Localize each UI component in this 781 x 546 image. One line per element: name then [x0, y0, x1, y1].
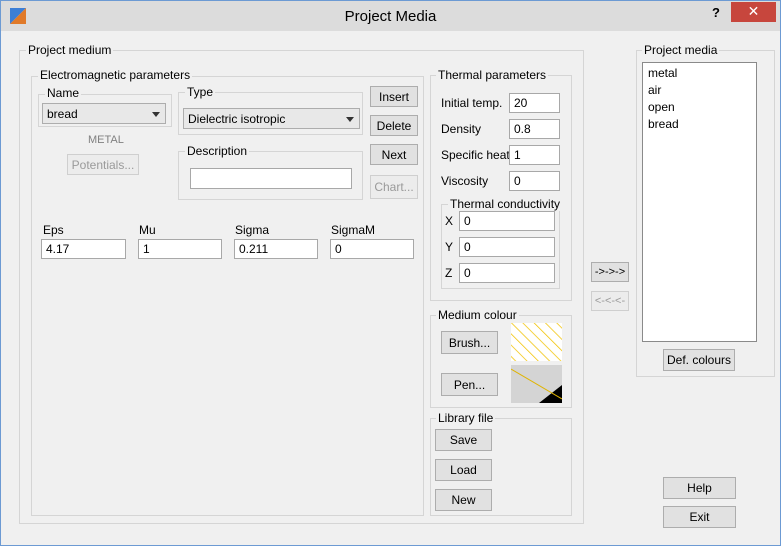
- chart-button[interactable]: Chart...: [370, 175, 418, 199]
- close-button[interactable]: ✕: [731, 2, 776, 22]
- list-item-air[interactable]: air: [643, 82, 756, 99]
- project-medium-label: Project medium: [26, 43, 114, 57]
- transfer-forward-button[interactable]: ->->->: [591, 262, 629, 282]
- project-media-window: Project Media ? ✕ Project medium Electro…: [0, 0, 781, 546]
- type-label: Type: [185, 85, 216, 99]
- medium-colour-label: Medium colour: [436, 308, 519, 322]
- z-input[interactable]: 0: [459, 263, 555, 283]
- def-colours-button[interactable]: Def. colours: [663, 349, 735, 371]
- load-button[interactable]: Load: [435, 459, 492, 481]
- save-button[interactable]: Save: [435, 429, 492, 451]
- sigma-input[interactable]: 0.211: [234, 239, 318, 259]
- brush-button[interactable]: Brush...: [441, 331, 498, 354]
- y-input[interactable]: 0: [459, 237, 555, 257]
- type-combo-value: Dielectric isotropic: [188, 111, 286, 126]
- next-button[interactable]: Next: [370, 144, 418, 165]
- name-combo[interactable]: bread: [42, 103, 166, 124]
- project-media-label: Project media: [642, 43, 720, 57]
- help-icon[interactable]: ?: [707, 4, 725, 24]
- description-label: Description: [185, 144, 250, 158]
- help-button[interactable]: Help: [663, 477, 736, 499]
- window-title: Project Media: [344, 8, 437, 25]
- viscosity-label: Viscosity: [441, 174, 489, 188]
- sigmam-label: SigmaM: [331, 223, 376, 237]
- description-input[interactable]: [190, 168, 352, 189]
- eps-input[interactable]: 4.17: [41, 239, 126, 259]
- em-params-label: Electromagnetic parameters: [38, 68, 193, 82]
- x-label: X: [445, 214, 454, 228]
- chevron-down-icon: [346, 116, 354, 122]
- potentials-button[interactable]: Potentials...: [67, 154, 139, 175]
- exit-button[interactable]: Exit: [663, 506, 736, 528]
- sigmam-input[interactable]: 0: [330, 239, 414, 259]
- specific-heat-input[interactable]: 1: [509, 145, 560, 165]
- list-item-open[interactable]: open: [643, 99, 756, 116]
- metal-label: METAL: [88, 134, 124, 146]
- specific-heat-label: Specific heat: [441, 148, 510, 162]
- type-combo[interactable]: Dielectric isotropic: [183, 108, 360, 129]
- transfer-backward-button[interactable]: <-<-<-: [591, 291, 629, 311]
- list-item-bread[interactable]: bread: [643, 116, 756, 133]
- initial-temp-label: Initial temp.: [441, 96, 503, 110]
- z-label: Z: [445, 266, 453, 280]
- delete-button[interactable]: Delete: [370, 115, 418, 136]
- mu-label: Mu: [139, 223, 156, 237]
- library-file-label: Library file: [436, 411, 496, 425]
- brush-swatch[interactable]: [511, 323, 562, 361]
- pen-button[interactable]: Pen...: [441, 373, 498, 396]
- initial-temp-input[interactable]: 20: [509, 93, 560, 113]
- density-input[interactable]: 0.8: [509, 119, 560, 139]
- title-bar: Project Media ? ✕: [1, 1, 780, 31]
- sigma-label: Sigma: [235, 223, 270, 237]
- list-item-metal[interactable]: metal: [643, 65, 756, 82]
- density-label: Density: [441, 122, 482, 136]
- name-label: Name: [45, 86, 82, 100]
- new-button[interactable]: New: [435, 489, 492, 511]
- thermal-conductivity-label: Thermal conductivity: [448, 197, 563, 211]
- name-combo-value: bread: [47, 106, 78, 121]
- insert-button[interactable]: Insert: [370, 86, 418, 107]
- y-label: Y: [445, 240, 454, 254]
- eps-label: Eps: [43, 223, 64, 237]
- viscosity-input[interactable]: 0: [509, 171, 560, 191]
- x-input[interactable]: 0: [459, 211, 555, 231]
- mu-input[interactable]: 1: [138, 239, 222, 259]
- project-media-list[interactable]: metal air open bread: [642, 62, 757, 342]
- thermal-params-label: Thermal parameters: [436, 68, 549, 82]
- pen-swatch[interactable]: [511, 365, 562, 403]
- chevron-down-icon: [152, 111, 160, 117]
